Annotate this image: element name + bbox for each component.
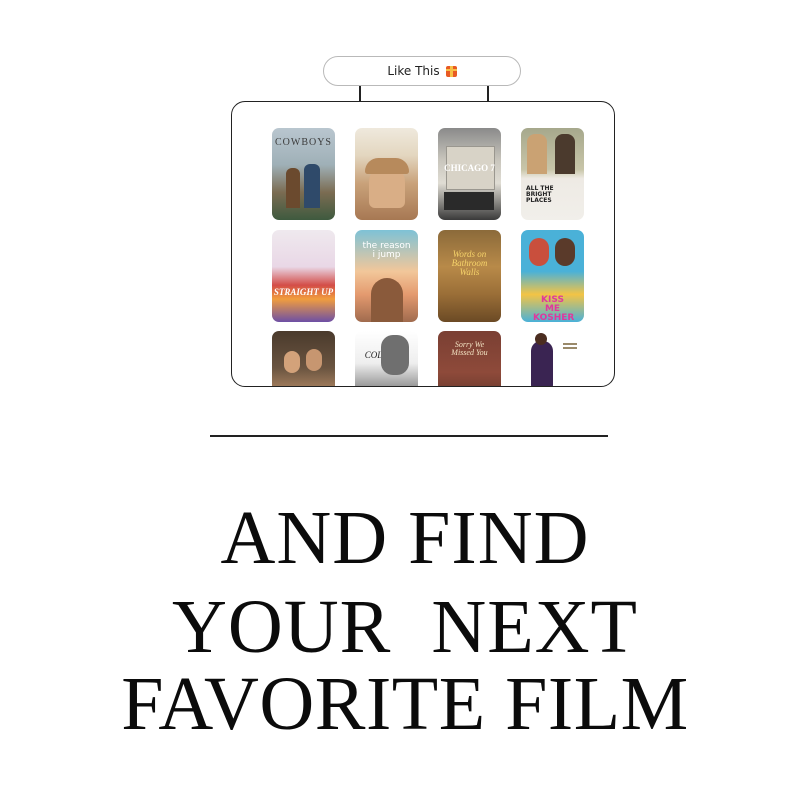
headline-line-2: YOUR NEXT <box>172 585 638 669</box>
headline-line-3: FAVORITE FILM <box>121 662 689 746</box>
poster-title: Sorry We Missed You <box>451 340 488 357</box>
movie-poster-words-on-bathroom-walls[interactable]: Words on Bathroom Walls <box>438 230 501 322</box>
poster-title: the reason i jump <box>362 241 411 260</box>
movie-poster-kiss-me-kosher[interactable]: KISS ME KOSHER <box>521 230 584 322</box>
like-this-button[interactable]: Like This <box>323 56 521 86</box>
divider <box>210 435 608 437</box>
movie-poster-the-reason-i-jump[interactable]: the reason i jump <box>355 230 418 322</box>
movie-poster-sorry-we-missed-you[interactable]: Sorry We Missed You <box>438 331 501 386</box>
movie-poster-portrait[interactable] <box>355 128 418 220</box>
movie-poster-colossal[interactable]: COLOSSAL <box>355 331 418 386</box>
like-this-label: Like This <box>387 64 440 78</box>
poster-title: STRAIGHT UP <box>273 287 334 297</box>
poster-grid-frame: COWBOYS CHICAGO 7 ALL THE BRIGHT PLACES … <box>231 101 615 387</box>
connector-left <box>359 86 361 102</box>
poster-title: CHICAGO 7 <box>444 163 495 173</box>
movie-poster-straight-up[interactable]: STRAIGHT UP <box>272 230 335 322</box>
poster-title: ALL THE BRIGHT PLACES <box>526 185 554 204</box>
movie-poster-all-the-bright-places[interactable]: ALL THE BRIGHT PLACES <box>521 128 584 220</box>
movie-poster-chicago-7[interactable]: CHICAGO 7 <box>438 128 501 220</box>
poster-title: KISS ME KOSHER <box>533 295 575 323</box>
movie-poster-couple[interactable] <box>272 331 335 386</box>
poster-title: COWBOYS <box>274 137 332 148</box>
connector-right <box>487 86 489 102</box>
headline-line-1: AND FIND <box>220 496 590 580</box>
poster-title: Words on Bathroom Walls <box>451 249 488 277</box>
movie-poster-dancer[interactable] <box>521 331 584 386</box>
gift-icon <box>445 65 457 77</box>
movie-poster-cowboys[interactable]: COWBOYS <box>272 128 335 220</box>
